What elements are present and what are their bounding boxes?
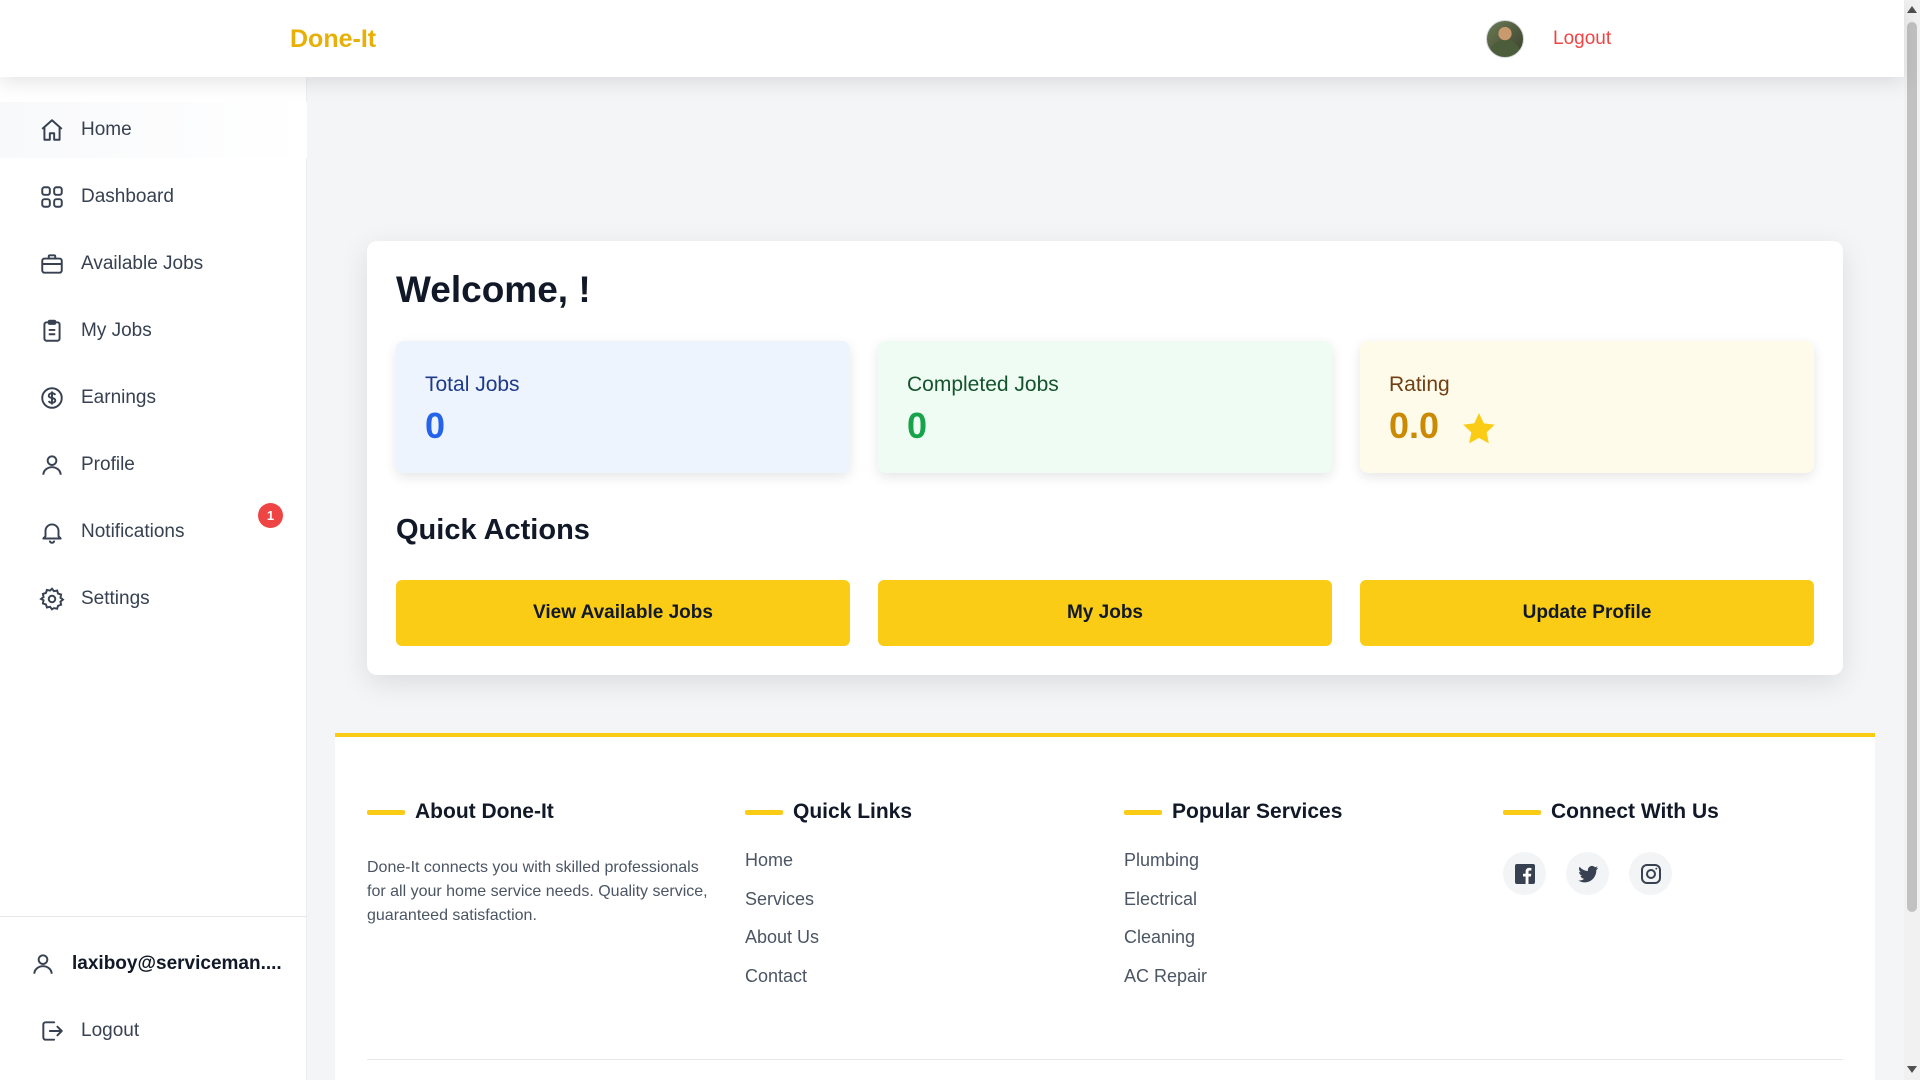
sidebar-item-label: Profile — [81, 454, 135, 475]
footer-popular-services-heading: Popular Services — [1124, 800, 1484, 824]
sidebar-item-label: My Jobs — [81, 320, 152, 341]
grid-icon — [38, 183, 66, 211]
footer-quick-links-heading: Quick Links — [745, 800, 1105, 824]
user-email: laxiboy@serviceman.... — [72, 953, 282, 974]
footer: About Done-It Done-It connects you with … — [335, 733, 1875, 1080]
social-links — [1503, 852, 1863, 895]
home-icon — [38, 116, 66, 144]
sidebar-logout-label: Logout — [81, 1020, 140, 1041]
heading-accent-bar — [367, 809, 405, 815]
my-jobs-button[interactable]: My Jobs — [878, 580, 1332, 646]
scrollbar-thumb[interactable] — [1907, 22, 1917, 912]
bell-icon — [38, 518, 66, 546]
footer-link-home[interactable]: Home — [745, 850, 1105, 889]
sidebar-item-earnings[interactable]: Earnings — [0, 370, 307, 426]
logout-icon — [38, 1017, 66, 1045]
stat-value: 0 — [425, 405, 446, 446]
footer-about: About Done-It Done-It connects you with … — [367, 800, 727, 928]
scroll-down-arrow-icon[interactable] — [1907, 1066, 1917, 1073]
footer-connect-heading: Connect With Us — [1503, 800, 1863, 824]
footer-popular-services: Popular Services Plumbing Electrical Cle… — [1124, 800, 1484, 1004]
footer-service-cleaning[interactable]: Cleaning — [1124, 927, 1484, 966]
twitter-icon[interactable] — [1566, 852, 1609, 895]
scroll-up-arrow-icon[interactable] — [1907, 6, 1917, 13]
sidebar-item-settings[interactable]: Settings — [0, 571, 307, 627]
user-icon — [29, 950, 57, 978]
footer-service-electrical[interactable]: Electrical — [1124, 889, 1484, 928]
gear-icon — [38, 585, 66, 613]
footer-connect: Connect With Us — [1503, 800, 1863, 895]
sidebar-item-label: Notifications — [81, 521, 185, 542]
sidebar-item-label: Settings — [81, 588, 150, 609]
sidebar-item-label: Dashboard — [81, 186, 174, 207]
heading-accent-bar — [1124, 809, 1162, 815]
footer-service-plumbing[interactable]: Plumbing — [1124, 850, 1484, 889]
heading-accent-bar — [1503, 809, 1541, 815]
page-scrollbar[interactable] — [1904, 0, 1920, 1080]
sidebar-item-available-jobs[interactable]: Available Jobs — [0, 236, 307, 292]
dollar-icon — [38, 384, 66, 412]
heading-accent-bar — [745, 809, 783, 815]
dashboard-card: Welcome, ! Total Jobs 0 Completed Jobs 0… — [367, 241, 1843, 675]
stat-card-total-jobs: Total Jobs 0 — [396, 341, 850, 473]
brand-logo[interactable]: Done-It — [290, 25, 376, 54]
facebook-icon[interactable] — [1503, 852, 1546, 895]
footer-quick-links: Quick Links Home Services About Us Conta… — [745, 800, 1105, 1004]
sidebar: Home Dashboard Available Jobs My Jobs Ea… — [0, 77, 307, 1080]
sidebar-item-label: Earnings — [81, 387, 156, 408]
stat-title: Rating — [1389, 373, 1450, 396]
footer-service-list: Plumbing Electrical Cleaning AC Repair — [1124, 850, 1484, 1004]
footer-heading-text: Quick Links — [793, 800, 913, 823]
stat-title: Total Jobs — [425, 373, 520, 396]
stat-value: 0 — [907, 405, 928, 446]
sidebar-item-notifications[interactable]: Notifications 1 — [0, 503, 307, 560]
star-icon — [1463, 413, 1495, 444]
avatar[interactable] — [1486, 20, 1524, 58]
header-logout-link[interactable]: Logout — [1553, 28, 1611, 50]
top-navbar: Done-It Logout — [0, 0, 1904, 77]
sidebar-item-dashboard[interactable]: Dashboard — [0, 169, 307, 225]
stat-card-rating: Rating 0.0 — [1360, 341, 1814, 473]
welcome-heading: Welcome, ! — [396, 269, 591, 310]
footer-divider — [367, 1059, 1843, 1060]
sidebar-item-home[interactable]: Home — [0, 102, 307, 158]
footer-heading-text: Connect With Us — [1551, 800, 1719, 823]
sidebar-item-profile[interactable]: Profile — [0, 437, 307, 493]
clipboard-icon — [38, 317, 66, 345]
stat-card-completed-jobs: Completed Jobs 0 — [878, 341, 1332, 473]
user-icon — [38, 451, 66, 479]
footer-about-heading: About Done-It — [367, 800, 727, 824]
update-profile-button[interactable]: Update Profile — [1360, 580, 1814, 646]
footer-link-list: Home Services About Us Contact — [745, 850, 1105, 1004]
sidebar-item-my-jobs[interactable]: My Jobs — [0, 303, 307, 359]
footer-link-about-us[interactable]: About Us — [745, 927, 1105, 966]
footer-service-ac-repair[interactable]: AC Repair — [1124, 966, 1484, 1005]
sidebar-divider — [0, 916, 307, 917]
quick-actions-heading: Quick Actions — [396, 514, 590, 546]
footer-heading-text: About Done-It — [415, 800, 554, 823]
footer-link-contact[interactable]: Contact — [745, 966, 1105, 1005]
sidebar-user-info: laxiboy@serviceman.... — [0, 939, 307, 989]
sidebar-item-label: Available Jobs — [81, 253, 204, 274]
instagram-icon[interactable] — [1629, 852, 1672, 895]
stat-value: 0.0 — [1389, 405, 1440, 446]
stat-title: Completed Jobs — [907, 373, 1059, 396]
briefcase-icon — [38, 250, 66, 278]
footer-heading-text: Popular Services — [1172, 800, 1343, 823]
footer-link-services[interactable]: Services — [745, 889, 1105, 928]
footer-about-text: Done-It connects you with skilled profes… — [367, 859, 708, 924]
sidebar-item-label: Home — [81, 119, 132, 140]
view-available-jobs-button[interactable]: View Available Jobs — [396, 580, 850, 646]
sidebar-logout-button[interactable]: Logout — [0, 1006, 307, 1056]
notification-count-badge: 1 — [258, 503, 283, 528]
